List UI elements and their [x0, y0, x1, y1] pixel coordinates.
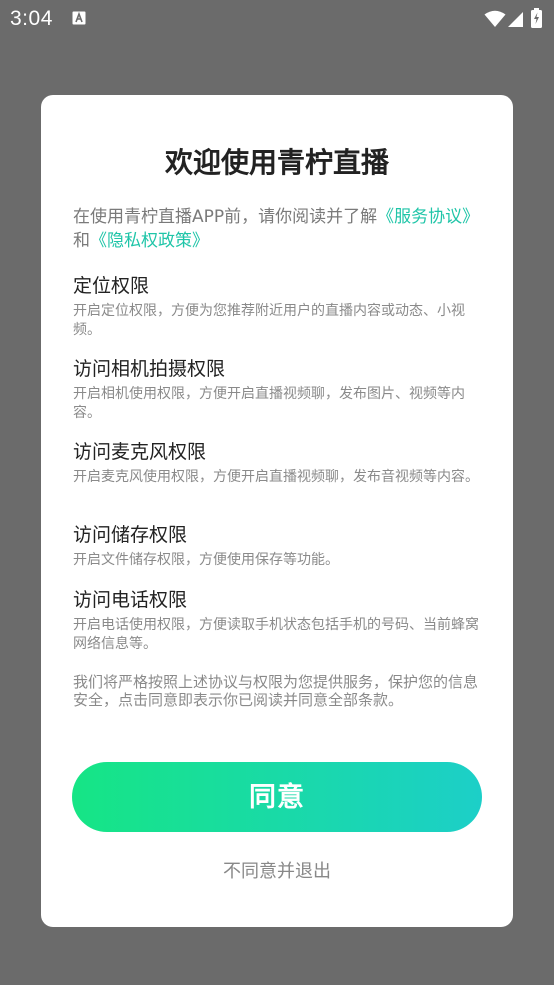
- permission-microphone: 访问麦克风权限 开启麦克风使用权限，方便开启直播视频聊，发布音视频等内容。: [73, 439, 483, 487]
- permission-desc: 开启相机使用权限，方便开启直播视频聊，发布图片、视频等内容。: [73, 386, 465, 421]
- status-bar: 3:04: [0, 0, 554, 38]
- service-agreement-link[interactable]: 《服务协议》: [377, 207, 479, 227]
- intro-prefix: 在使用青柠直播APP前，请你阅读并了解: [73, 207, 378, 227]
- disagree-exit-button[interactable]: 不同意并退出: [41, 857, 513, 883]
- permission-storage: 访问储存权限 开启文件储存权限，方便使用保存等功能。: [73, 522, 483, 570]
- cell-signal-icon: [508, 12, 523, 27]
- intro-text: 在使用青柠直播APP前，请你阅读并了解《服务协议》和《隐私权政策》: [73, 205, 483, 253]
- privacy-policy-link[interactable]: 《隐私权政策》: [90, 231, 209, 251]
- permission-desc: 开启电话使用权限，方便读取手机状态包括手机的号码、当前蜂窝网络信息等。: [73, 617, 479, 652]
- permission-title: 访问麦克风权限: [73, 441, 207, 463]
- permission-location: 定位权限 开启定位权限，方便为您推荐附近用户的直播内容或动态、小视频。: [73, 273, 483, 340]
- intro-and: 和: [73, 231, 90, 251]
- permission-title: 定位权限: [73, 275, 150, 297]
- closing-statement: 我们将严格按照上述协议与权限为您提供服务，保护您的信息安全，点击同意即表示你已阅…: [73, 673, 479, 709]
- permission-desc: 开启文件储存权限，方便使用保存等功能。: [73, 552, 339, 568]
- permission-title: 访问储存权限: [73, 524, 188, 546]
- dialog-title: 欢迎使用青柠直播: [164, 146, 389, 179]
- permission-phone: 访问电话权限 开启电话使用权限，方便读取手机状态包括手机的号码、当前蜂窝网络信息…: [73, 587, 483, 654]
- permission-desc: 开启定位权限，方便为您推荐附近用户的直播内容或动态、小视频。: [73, 303, 465, 338]
- wifi-icon: [484, 10, 506, 27]
- accessibility-notification-icon: [72, 11, 86, 25]
- permission-title: 访问相机拍摄权限: [73, 358, 226, 380]
- agree-button[interactable]: 同意: [72, 762, 482, 832]
- permission-desc: 开启麦克风使用权限，方便开启直播视频聊，发布音视频等内容。: [73, 469, 479, 485]
- battery-charging-icon: [531, 8, 542, 28]
- privacy-consent-dialog: 欢迎使用青柠直播 在使用青柠直播APP前，请你阅读并了解《服务协议》和《隐私权政…: [41, 95, 513, 927]
- permission-camera: 访问相机拍摄权限 开启相机使用权限，方便开启直播视频聊，发布图片、视频等内容。: [73, 356, 483, 423]
- permission-title: 访问电话权限: [73, 589, 188, 611]
- status-time: 3:04: [10, 7, 53, 30]
